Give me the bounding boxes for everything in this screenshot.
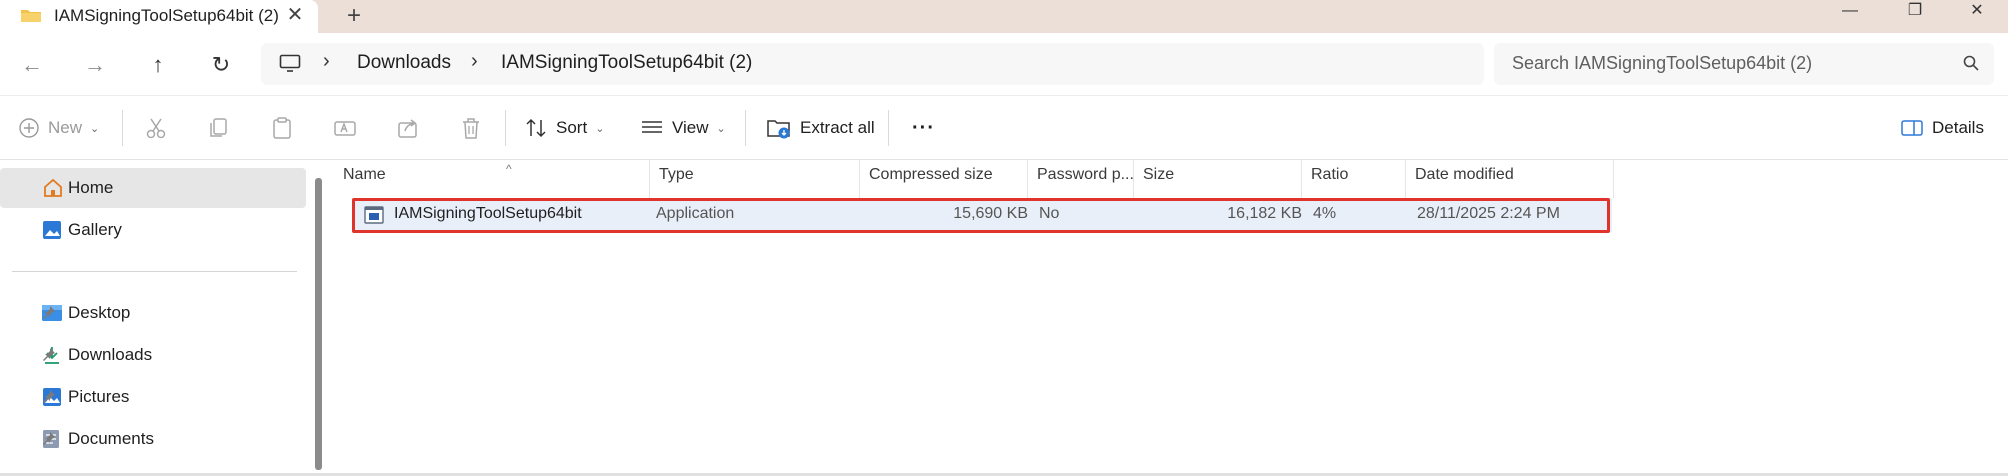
delete-icon[interactable]	[457, 114, 485, 142]
sidebar-item-label: Gallery	[68, 220, 122, 239]
sidebar-item-pictures[interactable]: Pictures	[0, 377, 306, 417]
tab-strip: IAMSigningToolSetup64bit (2) ✕ + — ❐ ✕	[0, 0, 2008, 33]
column-header-ratio[interactable]: Ratio	[1302, 160, 1406, 198]
column-header-name[interactable]: Name ^	[334, 160, 650, 198]
sidebar-divider	[12, 271, 297, 272]
toolbar-divider	[505, 110, 506, 146]
refresh-button[interactable]: ↻	[205, 49, 237, 81]
tab-close-icon[interactable]: ✕	[282, 2, 308, 28]
pin-icon[interactable]	[42, 389, 56, 403]
column-header-type[interactable]: Type	[650, 160, 860, 198]
details-button[interactable]: Details	[1900, 112, 1984, 144]
search-box[interactable]: Search IAMSigningToolSetup64bit (2)	[1494, 43, 1994, 85]
sidebar-scrollbar[interactable]	[315, 178, 322, 470]
breadcrumb-downloads[interactable]: Downloads	[357, 52, 451, 74]
sidebar-item-gallery[interactable]: Gallery	[0, 210, 306, 250]
sidebar-item-label: Home	[68, 178, 114, 197]
search-icon[interactable]	[1962, 54, 1980, 72]
pin-icon[interactable]	[42, 431, 56, 445]
up-button[interactable]: ↑	[142, 49, 174, 81]
computer-icon[interactable]	[279, 54, 301, 72]
share-icon[interactable]	[394, 114, 422, 142]
back-button[interactable]: ←	[16, 49, 48, 81]
chevron-down-icon: ⌄	[90, 122, 100, 135]
forward-button[interactable]: →	[79, 49, 111, 81]
sidebar-item-label: Downloads	[68, 345, 153, 364]
extract-folder-icon	[767, 120, 790, 139]
home-icon	[44, 178, 62, 197]
sort-icon	[526, 118, 546, 138]
sort-button[interactable]: Sort ⌄	[524, 112, 604, 144]
new-tab-button[interactable]: +	[340, 2, 368, 30]
column-header-password[interactable]: Password p...	[1028, 160, 1134, 198]
cut-icon[interactable]	[142, 114, 170, 142]
gallery-icon	[43, 221, 61, 239]
navigation-pane: Home Gallery Desktop Downloads Pictures …	[0, 160, 320, 472]
sidebar-item-home[interactable]: Home	[0, 168, 306, 208]
plus-circle-icon	[19, 118, 39, 138]
toolbar-divider	[745, 110, 746, 146]
sort-ascending-icon: ^	[506, 162, 512, 176]
new-button[interactable]: New ⌄	[18, 112, 99, 144]
new-label: New	[48, 118, 83, 137]
pin-icon[interactable]	[42, 305, 56, 319]
more-options-button[interactable]: ···	[912, 112, 935, 144]
tab-current-folder[interactable]: IAMSigningToolSetup64bit (2) ✕	[0, 0, 318, 33]
view-label: View	[672, 118, 709, 137]
sidebar-item-label: Desktop	[68, 303, 131, 322]
view-list-icon	[642, 121, 662, 133]
details-label: Details	[1932, 118, 1984, 137]
folder-icon	[21, 10, 41, 22]
copy-icon[interactable]	[205, 114, 233, 142]
column-header-size[interactable]: Size	[1134, 160, 1302, 198]
breadcrumb-separator: ›	[471, 50, 478, 72]
toolbar-divider	[888, 110, 889, 146]
address-bar[interactable]: › Downloads › IAMSigningToolSetup64bit (…	[261, 43, 1484, 85]
file-explorer-window: IAMSigningToolSetup64bit (2) ✕ + — ❐ ✕ ←…	[0, 0, 2008, 476]
command-bar: New ⌄ Sort ⌄ View ⌄ Extract all ··· Deta…	[0, 96, 2008, 160]
minimize-button[interactable]: —	[1828, 0, 1872, 28]
tab-title: IAMSigningToolSetup64bit (2)	[54, 6, 279, 25]
sidebar-item-label: Documents	[68, 429, 154, 448]
chevron-down-icon: ⌄	[716, 122, 726, 135]
navigation-bar: ← → ↑ ↻ › Downloads › IAMSigningToolSetu…	[0, 33, 2008, 96]
extract-all-button[interactable]: Extract all	[766, 112, 875, 144]
column-header-compressed-size[interactable]: Compressed size	[860, 160, 1028, 198]
row-highlight-annotation	[352, 198, 1610, 233]
sort-label: Sort	[556, 118, 588, 137]
toolbar-divider	[122, 110, 123, 146]
pin-icon[interactable]	[42, 347, 56, 361]
breadcrumb-separator: ›	[323, 50, 330, 72]
sidebar-item-label: Pictures	[68, 387, 130, 406]
chevron-down-icon: ⌄	[595, 122, 605, 135]
paste-icon[interactable]	[268, 114, 296, 142]
sidebar-item-downloads[interactable]: Downloads	[0, 335, 306, 375]
breadcrumb-current-folder[interactable]: IAMSigningToolSetup64bit (2)	[501, 52, 752, 74]
maximize-button[interactable]: ❐	[1893, 0, 1937, 28]
rename-icon[interactable]	[331, 114, 359, 142]
extract-all-label: Extract all	[800, 118, 875, 137]
sidebar-item-desktop[interactable]: Desktop	[0, 293, 306, 333]
details-pane-icon	[1901, 120, 1923, 136]
sidebar-item-documents[interactable]: Documents	[0, 419, 306, 459]
close-window-button[interactable]: ✕	[1955, 0, 1999, 28]
search-placeholder[interactable]: Search IAMSigningToolSetup64bit (2)	[1512, 53, 1812, 74]
column-header-label: Name	[343, 166, 386, 183]
view-button[interactable]: View ⌄	[640, 112, 726, 144]
column-header-date-modified[interactable]: Date modified	[1406, 160, 1614, 198]
